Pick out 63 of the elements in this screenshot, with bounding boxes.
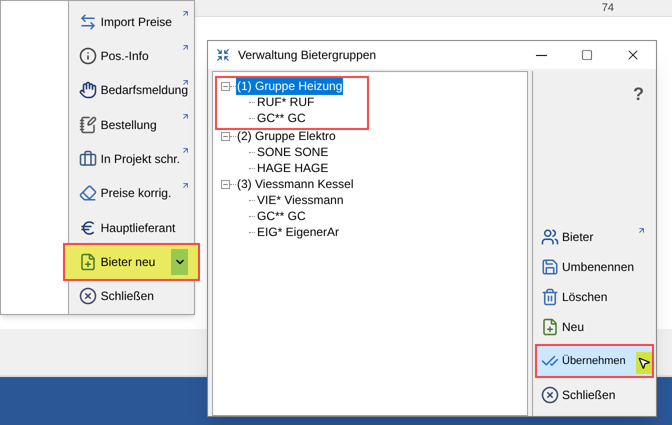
menu-item[interactable]: Preise korrig. bbox=[68, 176, 194, 210]
tree-leaf[interactable]: EIG* EigenerAr bbox=[257, 223, 340, 241]
tree-node[interactable]: (3) Viessmann Kessel bbox=[236, 175, 354, 193]
expand-toggle[interactable] bbox=[221, 132, 230, 140]
tree-node[interactable]: (1) Gruppe Heizung bbox=[236, 77, 344, 95]
menu-item-label: Hauptlieferant bbox=[100, 220, 176, 237]
close-icon bbox=[78, 287, 97, 306]
action-button[interactable]: Bieter bbox=[537, 222, 652, 252]
swap-arrows-icon bbox=[78, 12, 97, 31]
minimize-icon bbox=[536, 54, 546, 56]
menu-item-label: Preise korrig. bbox=[100, 185, 172, 202]
menu-item[interactable]: Pos.-Info bbox=[68, 39, 194, 73]
menu-item[interactable]: Bedarfsmeldung bbox=[68, 74, 194, 107]
action-button-label: Schließen bbox=[562, 387, 616, 404]
new-document-icon bbox=[78, 252, 97, 271]
menu-item-label: Bedarfsmeldung bbox=[100, 82, 188, 100]
notebook-icon bbox=[78, 116, 97, 134]
tree-leaf[interactable]: RUF* RUF bbox=[257, 93, 314, 111]
menu-item-label: In Projekt schr. bbox=[100, 150, 180, 168]
expand-toggle[interactable] bbox=[221, 180, 230, 188]
menu-item[interactable]: Import Preise bbox=[68, 5, 194, 38]
menu-item[interactable]: Schließen bbox=[68, 280, 194, 313]
action-button-label: Bieter bbox=[562, 229, 594, 246]
tree-leaf[interactable]: GC** GC bbox=[257, 109, 306, 127]
menu-item-label: Pos.-Info bbox=[100, 48, 149, 65]
action-button-label: Neu bbox=[562, 319, 584, 336]
app-icon bbox=[216, 48, 230, 62]
action-button-label: Übernehmen bbox=[562, 354, 626, 369]
briefcase-icon bbox=[78, 150, 97, 168]
action-button[interactable]: Übernehmen bbox=[537, 346, 652, 376]
action-button[interactable]: Umbenennen bbox=[537, 252, 652, 282]
info-icon bbox=[78, 46, 97, 65]
window-title: Verwaltung Bietergruppen bbox=[238, 47, 376, 64]
menu-item[interactable]: In Projekt schr. bbox=[68, 142, 194, 176]
tree-node[interactable]: (2) Gruppe Elektro bbox=[236, 127, 337, 145]
menu-item-label: Bieter neu bbox=[100, 254, 156, 271]
expand-toggle[interactable] bbox=[221, 82, 230, 90]
action-button-label: Löschen bbox=[562, 289, 608, 306]
mouse-cursor-icon bbox=[636, 352, 652, 374]
new-document-icon bbox=[541, 318, 559, 336]
euro-icon bbox=[78, 218, 97, 237]
action-button[interactable]: Löschen bbox=[537, 282, 652, 312]
hand-icon bbox=[78, 81, 97, 100]
maximize-icon bbox=[581, 49, 593, 61]
menu-item[interactable]: Bestellung bbox=[68, 108, 194, 142]
action-button[interactable]: Neu bbox=[537, 312, 652, 342]
page-count: 74 bbox=[602, 0, 614, 16]
menu-item-label: Schließen bbox=[100, 288, 154, 306]
action-button[interactable]: Schließen bbox=[537, 380, 652, 410]
trash-icon bbox=[541, 288, 559, 306]
close-icon bbox=[541, 386, 559, 404]
menu-item-label: Import Preise bbox=[100, 14, 172, 31]
people-icon bbox=[541, 228, 559, 246]
help-button[interactable]: ? bbox=[633, 81, 644, 108]
menu-item[interactable]: Bieter neu bbox=[64, 245, 198, 279]
tree-leaf[interactable]: VIE* Viessmann bbox=[257, 191, 344, 209]
action-button-label: Umbenennen bbox=[562, 259, 634, 276]
tree-leaf[interactable]: SONE SONE bbox=[257, 143, 328, 161]
menu-item[interactable]: Hauptlieferant bbox=[68, 210, 194, 244]
menu-item-label: Bestellung bbox=[100, 116, 157, 134]
tree-leaf[interactable]: HAGE HAGE bbox=[257, 159, 328, 177]
eraser-icon bbox=[78, 184, 97, 202]
tree-leaf[interactable]: GC** GC bbox=[257, 207, 306, 225]
